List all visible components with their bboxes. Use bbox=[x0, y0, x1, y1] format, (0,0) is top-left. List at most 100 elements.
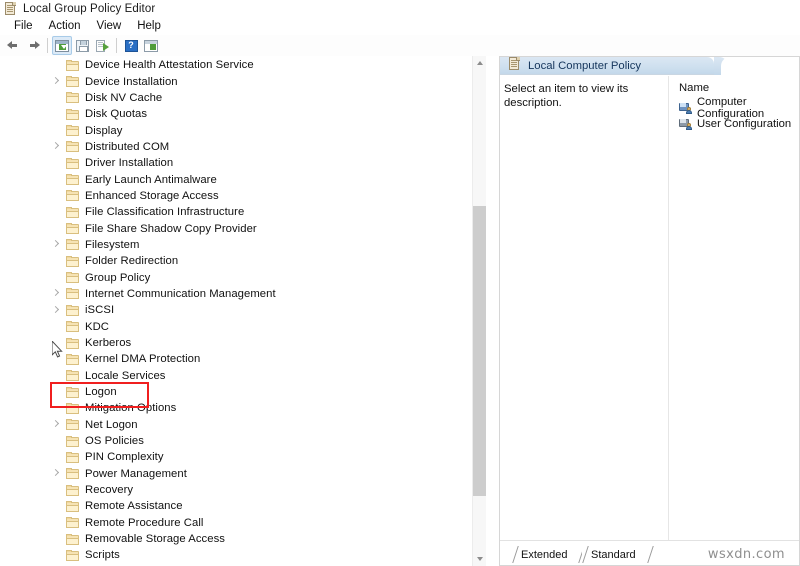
tree-item-label: Kernel DMA Protection bbox=[85, 353, 201, 366]
tab-extended[interactable]: Extended bbox=[503, 546, 586, 563]
folder-icon bbox=[66, 370, 79, 382]
folder-icon bbox=[66, 174, 79, 186]
tree-item[interactable]: Recovery bbox=[0, 482, 470, 498]
console-tree-scrollbar[interactable] bbox=[472, 56, 486, 566]
tree-item[interactable]: Device Health Attestation Service bbox=[0, 57, 470, 73]
tree-item[interactable]: File Share Shadow Copy Provider bbox=[0, 220, 470, 236]
menu-item-help[interactable]: Help bbox=[130, 19, 170, 33]
chevron-right-icon[interactable] bbox=[50, 305, 61, 316]
pane-splitter[interactable] bbox=[487, 56, 493, 566]
tree-item[interactable]: Internet Communication Management bbox=[0, 286, 470, 302]
tree-item[interactable]: PIN Complexity bbox=[0, 449, 470, 465]
window-title-bar: Local Group Policy Editor bbox=[0, 0, 800, 17]
user-configuration-icon bbox=[679, 118, 692, 130]
tree-item[interactable]: Early Launch Antimalware bbox=[0, 171, 470, 187]
export-list-button[interactable] bbox=[92, 36, 112, 55]
tree-item[interactable]: Logon bbox=[0, 384, 470, 400]
folder-icon bbox=[66, 59, 79, 71]
tree-item-label: Filesystem bbox=[85, 238, 140, 251]
tree-item[interactable]: Remote Assistance bbox=[0, 498, 470, 514]
show-hide-console-tree-button[interactable] bbox=[52, 36, 72, 55]
list-item-user-configuration[interactable]: User Configuration bbox=[674, 116, 799, 132]
tree-item[interactable]: Scripts bbox=[0, 547, 470, 563]
tree-item-label: Remote Assistance bbox=[85, 500, 183, 513]
chevron-up-icon bbox=[477, 61, 483, 65]
tree-item-label: File Classification Infrastructure bbox=[85, 206, 245, 219]
folder-icon bbox=[66, 288, 79, 300]
folder-icon bbox=[66, 468, 79, 480]
folder-icon bbox=[66, 353, 79, 365]
menu-item-view[interactable]: View bbox=[90, 19, 131, 33]
details-pane: Local Computer Policy Select an item to … bbox=[499, 56, 800, 566]
details-view-tabs: Extended Standard wsxdn.com bbox=[500, 540, 799, 565]
help-button[interactable]: ? bbox=[121, 36, 141, 55]
tree-item[interactable]: OS Policies bbox=[0, 433, 470, 449]
tree-item[interactable]: Power Management bbox=[0, 466, 470, 482]
forward-button[interactable] bbox=[23, 36, 43, 55]
tree-item[interactable]: Disk Quotas bbox=[0, 106, 470, 122]
chevron-right-icon[interactable] bbox=[50, 141, 61, 152]
tree-item[interactable]: Kerberos bbox=[0, 335, 470, 351]
details-list[interactable]: Name Computer Configuration User Configu… bbox=[674, 76, 799, 132]
action-pane-icon bbox=[144, 39, 158, 52]
tree-item[interactable]: File Classification Infrastructure bbox=[0, 204, 470, 220]
tree-item[interactable]: Removable Storage Access bbox=[0, 531, 470, 547]
tree-item[interactable]: Driver Installation bbox=[0, 155, 470, 171]
tree-item[interactable]: iSCSI bbox=[0, 302, 470, 318]
chevron-right-icon[interactable] bbox=[50, 419, 61, 430]
tree-item[interactable]: KDC bbox=[0, 319, 470, 335]
tree-item[interactable]: Device Installation bbox=[0, 73, 470, 89]
chevron-right-icon[interactable] bbox=[50, 468, 61, 479]
back-button[interactable] bbox=[3, 36, 23, 55]
console-tree-pane[interactable]: Device Health Attestation Service Device … bbox=[0, 56, 486, 566]
details-column-divider bbox=[668, 76, 669, 541]
tree-item[interactable]: Net Logon bbox=[0, 417, 470, 433]
folder-icon bbox=[66, 386, 79, 398]
tab-standard[interactable]: Standard bbox=[573, 546, 654, 563]
tree-item-label: PIN Complexity bbox=[85, 451, 164, 464]
chevron-right-icon[interactable] bbox=[50, 288, 61, 299]
folder-icon bbox=[66, 500, 79, 512]
tree-item[interactable]: Filesystem bbox=[0, 237, 470, 253]
policy-tree[interactable]: Device Health Attestation Service Device … bbox=[0, 57, 470, 566]
tree-item-label: Net Logon bbox=[85, 418, 138, 431]
details-pane-tab[interactable]: Local Computer Policy bbox=[500, 57, 714, 75]
folder-icon bbox=[66, 304, 79, 316]
save-button[interactable] bbox=[72, 36, 92, 55]
tree-item[interactable]: Remote Procedure Call bbox=[0, 515, 470, 531]
chevron-down-icon bbox=[477, 557, 483, 561]
list-item-computer-configuration[interactable]: Computer Configuration bbox=[674, 96, 799, 120]
menu-item-action[interactable]: Action bbox=[42, 19, 90, 33]
tree-item[interactable]: Mitigation Options bbox=[0, 400, 470, 416]
folder-icon bbox=[66, 141, 79, 153]
tree-item[interactable]: Disk NV Cache bbox=[0, 90, 470, 106]
menu-item-file[interactable]: File bbox=[7, 19, 42, 33]
toolbar-separator-1 bbox=[47, 38, 48, 53]
tree-item-label: Distributed COM bbox=[85, 140, 170, 153]
toolbar: ? bbox=[0, 35, 800, 57]
tree-item[interactable]: Group Policy bbox=[0, 269, 470, 285]
tree-item[interactable]: Distributed COM bbox=[0, 139, 470, 155]
scroll-up-button[interactable] bbox=[473, 56, 486, 70]
chevron-right-icon[interactable] bbox=[50, 76, 61, 87]
tree-item[interactable]: Kernel DMA Protection bbox=[0, 351, 470, 367]
export-icon bbox=[95, 39, 109, 52]
main-content: Device Health Attestation Service Device … bbox=[0, 56, 800, 566]
tree-item[interactable]: Display bbox=[0, 122, 470, 138]
folder-icon bbox=[66, 402, 79, 414]
tree-item[interactable]: Locale Services bbox=[0, 368, 470, 384]
tree-item-label: Internet Communication Management bbox=[85, 287, 276, 300]
tree-item[interactable]: Folder Redirection bbox=[0, 253, 470, 269]
show-hide-action-pane-button[interactable] bbox=[141, 36, 161, 55]
tree-item[interactable]: Enhanced Storage Access bbox=[0, 188, 470, 204]
chevron-right-icon[interactable] bbox=[50, 239, 61, 250]
scroll-down-button[interactable] bbox=[473, 552, 486, 566]
scrollbar-thumb[interactable] bbox=[473, 206, 486, 496]
